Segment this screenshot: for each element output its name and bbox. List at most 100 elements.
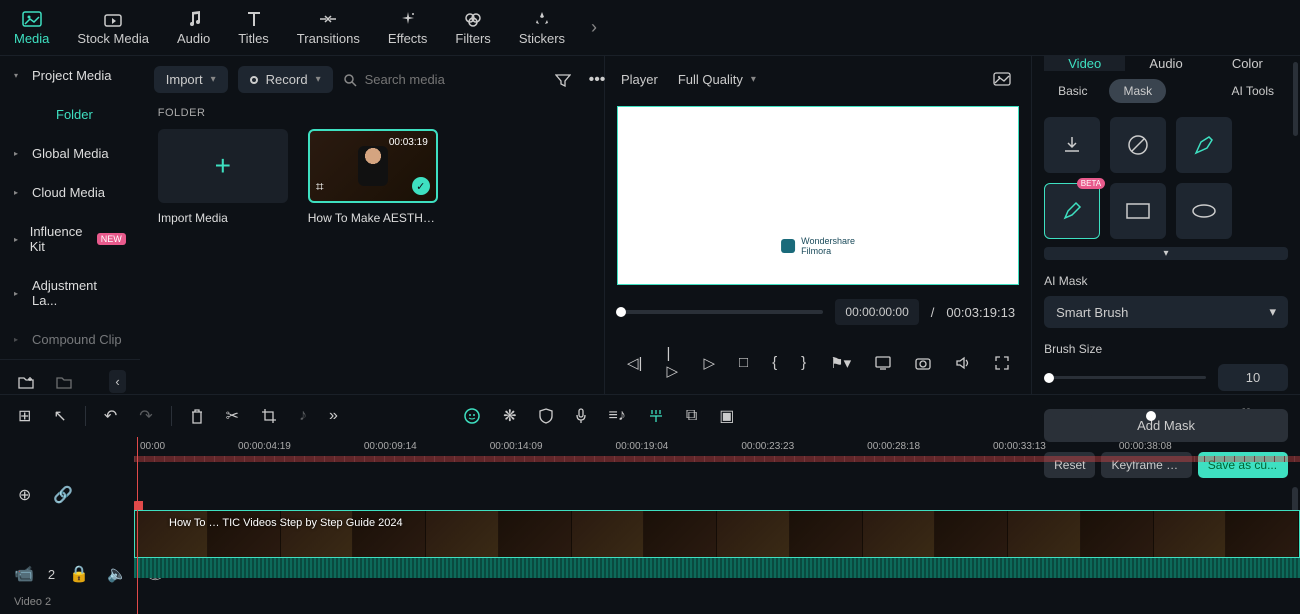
display-icon[interactable] xyxy=(871,352,895,374)
video-track-icon[interactable]: 📹 xyxy=(10,560,38,588)
layout-icon[interactable]: ⊞ xyxy=(14,402,35,430)
folder-icon[interactable] xyxy=(52,371,76,393)
link-track-icon[interactable]: 🔗 xyxy=(49,481,77,509)
lock-icon[interactable]: 🔒 xyxy=(65,560,93,588)
sidebar-global-media[interactable]: ▸Global Media xyxy=(0,134,140,173)
zoom-slider[interactable] xyxy=(1091,415,1151,418)
subtab-mask[interactable]: Mask xyxy=(1109,79,1166,103)
audio-levels-icon[interactable]: ≡♪ xyxy=(605,403,630,429)
sidebar: ▾Project Media Folder ▸Global Media ▸Clo… xyxy=(0,56,140,394)
music-note-icon xyxy=(186,9,202,29)
new-folder-icon[interactable] xyxy=(14,371,38,393)
tab-video[interactable]: Video xyxy=(1044,56,1125,71)
tab-filters[interactable]: Filters xyxy=(449,5,496,50)
split-icon[interactable]: ✂ xyxy=(222,402,243,430)
subtab-basic[interactable]: Basic xyxy=(1044,79,1101,103)
clip-thumbnail xyxy=(358,146,388,186)
tab-stickers[interactable]: Stickers xyxy=(513,5,571,50)
sidebar-influence-kit[interactable]: ▸Influence KitNEW xyxy=(0,212,140,266)
tab-stock-media[interactable]: Stock Media xyxy=(71,5,155,50)
mute-icon[interactable]: 🔈 xyxy=(103,560,131,588)
time-divider: / xyxy=(931,305,935,320)
progress-handle[interactable] xyxy=(616,307,626,317)
import-dropdown[interactable]: Import▾ xyxy=(154,66,228,93)
playhead[interactable] xyxy=(137,437,138,614)
tab-effects[interactable]: Effects xyxy=(382,5,434,50)
record-dropdown[interactable]: Record▾ xyxy=(238,66,333,93)
more-tools-icon[interactable]: » xyxy=(325,403,342,429)
add-track-icon[interactable]: ⊕ xyxy=(14,481,35,509)
media-search[interactable] xyxy=(343,72,541,87)
quality-dropdown[interactable]: Full Quality▾ xyxy=(670,68,764,91)
zoom-handle[interactable] xyxy=(1146,411,1156,421)
sidebar-collapse[interactable]: ‹ xyxy=(109,370,125,393)
inspector-scrollbar[interactable] xyxy=(1293,62,1298,136)
subtab-ai-tools[interactable]: AI Tools xyxy=(1218,79,1288,103)
undo-icon[interactable]: ↶ xyxy=(100,402,121,430)
link-icon[interactable]: ⧉ xyxy=(682,403,701,429)
redo-icon[interactable]: ↷ xyxy=(135,402,156,430)
track-label: Video 2 xyxy=(0,596,134,614)
shield-icon[interactable] xyxy=(535,404,557,428)
tab-media[interactable]: Media xyxy=(8,5,55,50)
sidebar-folder[interactable]: Folder xyxy=(0,95,140,134)
media-clip-tile[interactable]: 00:03:19 ⌗ ✓ How To Make AESTHE... xyxy=(308,129,438,225)
player-panel: Player Full Quality▾ WondershareFilmora … xyxy=(605,56,1032,394)
mask-ellipse-icon[interactable] xyxy=(1176,183,1232,239)
inspector-panel: Video Audio Color Basic Mask AI Tools BE… xyxy=(1032,56,1300,394)
mask-pen-icon[interactable] xyxy=(1176,117,1232,173)
marker-dropdown-icon[interactable]: ⚑▾ xyxy=(826,350,855,376)
timeline-tracks[interactable]: 00:00 00:00:04:19 00:00:09:14 00:00:14:0… xyxy=(134,437,1300,614)
fullscreen-icon[interactable] xyxy=(991,352,1013,374)
tab-color[interactable]: Color xyxy=(1207,56,1288,71)
preview-canvas[interactable]: WondershareFilmora xyxy=(617,106,1019,285)
marker-add-icon[interactable]: ▣ xyxy=(715,402,738,430)
sidebar-project-media[interactable]: ▾Project Media xyxy=(0,56,140,95)
prev-frame-icon[interactable]: ◁| xyxy=(623,350,646,376)
magnet-icon[interactable] xyxy=(644,404,668,428)
next-frame-icon[interactable]: |▷ xyxy=(662,341,683,384)
ruler-bar[interactable] xyxy=(134,456,1300,462)
media-toolbar: Import▾ Record▾ ••• xyxy=(140,56,624,103)
tab-titles[interactable]: Titles xyxy=(232,5,275,50)
brush-size-slider[interactable] xyxy=(1044,376,1206,379)
mask-none-icon[interactable] xyxy=(1110,117,1166,173)
ai-mask-select[interactable]: Smart Brush▾ xyxy=(1044,296,1288,328)
tab-audio[interactable]: Audio xyxy=(1125,56,1206,71)
tab-transitions[interactable]: Transitions xyxy=(291,5,366,50)
mask-brush-icon[interactable]: BETA xyxy=(1044,183,1100,239)
timeline-ruler[interactable]: 00:00 00:00:04:19 00:00:09:14 00:00:14:0… xyxy=(134,437,1300,456)
mark-out-icon[interactable]: } xyxy=(797,350,810,375)
brush-size-value[interactable]: 10 xyxy=(1218,364,1288,391)
delete-icon[interactable] xyxy=(186,404,208,428)
crop-icon[interactable] xyxy=(257,404,281,428)
import-media-tile[interactable]: + Import Media xyxy=(158,129,288,225)
video-track-clip[interactable]: How To … TIC Videos Step by Step Guide 2… xyxy=(134,510,1300,558)
tab-audio[interactable]: Audio xyxy=(171,5,216,50)
sidebar-cloud-media[interactable]: ▸Cloud Media xyxy=(0,173,140,212)
ai-icon[interactable] xyxy=(459,403,485,429)
mask-more[interactable]: ▾ xyxy=(1044,247,1288,260)
camera-icon[interactable] xyxy=(911,352,935,374)
filter-icon[interactable] xyxy=(551,69,575,91)
sidebar-compound-clip[interactable]: ▸Compound Clip xyxy=(0,320,140,359)
mark-in-icon[interactable]: { xyxy=(768,350,781,375)
volume-icon[interactable] xyxy=(951,352,975,374)
music-icon[interactable]: ♪ xyxy=(295,403,311,429)
mask-rectangle-icon[interactable] xyxy=(1110,183,1166,239)
sidebar-adjustment-layer[interactable]: ▸Adjustment La... xyxy=(0,266,140,320)
stop-icon[interactable]: □ xyxy=(735,350,752,375)
topnav-more[interactable]: › xyxy=(579,17,609,38)
mic-icon[interactable] xyxy=(571,404,591,428)
slider-handle[interactable] xyxy=(1044,373,1054,383)
inspector-subtabs: Basic Mask AI Tools xyxy=(1044,71,1288,117)
snapshot-icon[interactable] xyxy=(989,68,1015,90)
mask-import-icon[interactable] xyxy=(1044,117,1100,173)
progress-slider[interactable] xyxy=(621,310,823,314)
search-input[interactable] xyxy=(365,72,541,87)
audio-waveform[interactable] xyxy=(134,558,1300,578)
color-wheel-icon[interactable]: ❋ xyxy=(499,402,520,430)
select-icon[interactable]: ↖ xyxy=(49,402,70,430)
play-icon[interactable]: ▷ xyxy=(699,350,719,376)
media-panel: Import▾ Record▾ ••• FOLDER + Impor xyxy=(140,56,624,394)
